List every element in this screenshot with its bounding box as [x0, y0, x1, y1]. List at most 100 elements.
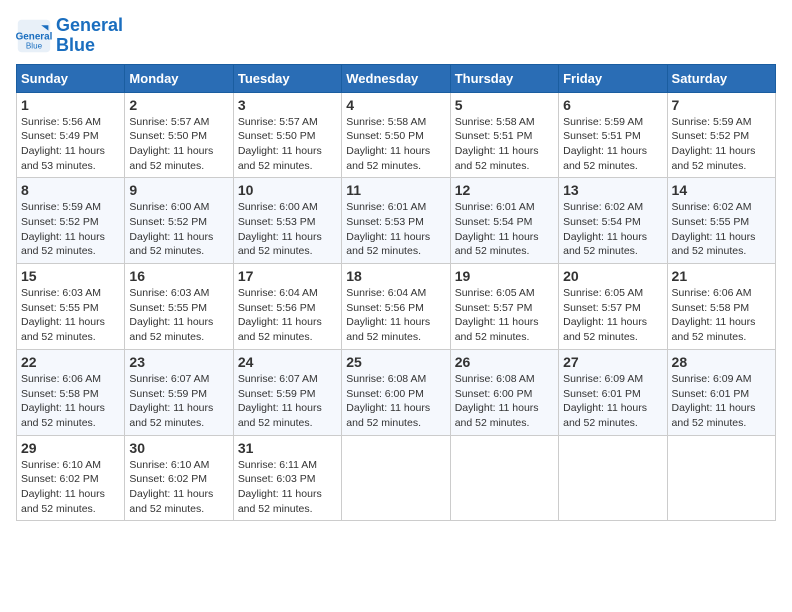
day-number: 24 — [238, 354, 337, 370]
calendar-day-cell: 18 Sunrise: 6:04 AM Sunset: 5:56 PM Dayl… — [342, 264, 450, 350]
day-header: Wednesday — [342, 64, 450, 92]
day-info: Sunrise: 5:59 AM Sunset: 5:52 PM Dayligh… — [672, 115, 771, 174]
logo-icon: General Blue — [16, 18, 52, 54]
day-info: Sunrise: 6:03 AM Sunset: 5:55 PM Dayligh… — [129, 286, 228, 345]
day-number: 22 — [21, 354, 120, 370]
calendar-day-cell: 4 Sunrise: 5:58 AM Sunset: 5:50 PM Dayli… — [342, 92, 450, 178]
day-number: 20 — [563, 268, 662, 284]
calendar-day-cell: 14 Sunrise: 6:02 AM Sunset: 5:55 PM Dayl… — [667, 178, 775, 264]
day-info: Sunrise: 5:58 AM Sunset: 5:51 PM Dayligh… — [455, 115, 554, 174]
calendar-day-cell: 12 Sunrise: 6:01 AM Sunset: 5:54 PM Dayl… — [450, 178, 558, 264]
day-info: Sunrise: 6:08 AM Sunset: 6:00 PM Dayligh… — [455, 372, 554, 431]
day-info: Sunrise: 6:06 AM Sunset: 5:58 PM Dayligh… — [672, 286, 771, 345]
logo-text: GeneralBlue — [56, 16, 123, 56]
calendar-day-cell: 24 Sunrise: 6:07 AM Sunset: 5:59 PM Dayl… — [233, 349, 341, 435]
day-header: Saturday — [667, 64, 775, 92]
day-info: Sunrise: 6:07 AM Sunset: 5:59 PM Dayligh… — [238, 372, 337, 431]
day-number: 11 — [346, 182, 445, 198]
day-number: 28 — [672, 354, 771, 370]
svg-text:Blue: Blue — [26, 41, 43, 50]
day-info: Sunrise: 6:09 AM Sunset: 6:01 PM Dayligh… — [563, 372, 662, 431]
logo: General Blue GeneralBlue — [16, 16, 123, 56]
day-info: Sunrise: 6:01 AM Sunset: 5:54 PM Dayligh… — [455, 200, 554, 259]
day-number: 23 — [129, 354, 228, 370]
calendar-day-cell — [667, 435, 775, 521]
day-number: 6 — [563, 97, 662, 113]
day-number: 9 — [129, 182, 228, 198]
calendar-table: SundayMondayTuesdayWednesdayThursdayFrid… — [16, 64, 776, 522]
day-info: Sunrise: 6:00 AM Sunset: 5:52 PM Dayligh… — [129, 200, 228, 259]
page-header: General Blue GeneralBlue — [16, 16, 776, 56]
day-number: 27 — [563, 354, 662, 370]
calendar-day-cell: 29 Sunrise: 6:10 AM Sunset: 6:02 PM Dayl… — [17, 435, 125, 521]
calendar-day-cell: 7 Sunrise: 5:59 AM Sunset: 5:52 PM Dayli… — [667, 92, 775, 178]
calendar-day-cell: 28 Sunrise: 6:09 AM Sunset: 6:01 PM Dayl… — [667, 349, 775, 435]
calendar-body: 1 Sunrise: 5:56 AM Sunset: 5:49 PM Dayli… — [17, 92, 776, 521]
calendar-day-cell: 21 Sunrise: 6:06 AM Sunset: 5:58 PM Dayl… — [667, 264, 775, 350]
day-number: 13 — [563, 182, 662, 198]
day-number: 30 — [129, 440, 228, 456]
day-number: 7 — [672, 97, 771, 113]
calendar-day-cell: 11 Sunrise: 6:01 AM Sunset: 5:53 PM Dayl… — [342, 178, 450, 264]
day-info: Sunrise: 6:04 AM Sunset: 5:56 PM Dayligh… — [346, 286, 445, 345]
calendar-day-cell: 23 Sunrise: 6:07 AM Sunset: 5:59 PM Dayl… — [125, 349, 233, 435]
day-number: 26 — [455, 354, 554, 370]
day-info: Sunrise: 6:05 AM Sunset: 5:57 PM Dayligh… — [455, 286, 554, 345]
calendar-day-cell: 31 Sunrise: 6:11 AM Sunset: 6:03 PM Dayl… — [233, 435, 341, 521]
calendar-day-cell: 5 Sunrise: 5:58 AM Sunset: 5:51 PM Dayli… — [450, 92, 558, 178]
calendar-header-row: SundayMondayTuesdayWednesdayThursdayFrid… — [17, 64, 776, 92]
calendar-day-cell: 8 Sunrise: 5:59 AM Sunset: 5:52 PM Dayli… — [17, 178, 125, 264]
day-info: Sunrise: 5:58 AM Sunset: 5:50 PM Dayligh… — [346, 115, 445, 174]
day-number: 21 — [672, 268, 771, 284]
day-info: Sunrise: 5:57 AM Sunset: 5:50 PM Dayligh… — [238, 115, 337, 174]
day-info: Sunrise: 6:06 AM Sunset: 5:58 PM Dayligh… — [21, 372, 120, 431]
day-number: 4 — [346, 97, 445, 113]
calendar-day-cell: 19 Sunrise: 6:05 AM Sunset: 5:57 PM Dayl… — [450, 264, 558, 350]
day-info: Sunrise: 6:02 AM Sunset: 5:55 PM Dayligh… — [672, 200, 771, 259]
calendar-week-row: 15 Sunrise: 6:03 AM Sunset: 5:55 PM Dayl… — [17, 264, 776, 350]
calendar-day-cell: 10 Sunrise: 6:00 AM Sunset: 5:53 PM Dayl… — [233, 178, 341, 264]
day-info: Sunrise: 6:02 AM Sunset: 5:54 PM Dayligh… — [563, 200, 662, 259]
calendar-day-cell: 3 Sunrise: 5:57 AM Sunset: 5:50 PM Dayli… — [233, 92, 341, 178]
calendar-week-row: 29 Sunrise: 6:10 AM Sunset: 6:02 PM Dayl… — [17, 435, 776, 521]
calendar-day-cell: 1 Sunrise: 5:56 AM Sunset: 5:49 PM Dayli… — [17, 92, 125, 178]
calendar-day-cell: 27 Sunrise: 6:09 AM Sunset: 6:01 PM Dayl… — [559, 349, 667, 435]
day-header: Thursday — [450, 64, 558, 92]
day-info: Sunrise: 5:59 AM Sunset: 5:51 PM Dayligh… — [563, 115, 662, 174]
calendar-day-cell: 17 Sunrise: 6:04 AM Sunset: 5:56 PM Dayl… — [233, 264, 341, 350]
day-info: Sunrise: 6:10 AM Sunset: 6:02 PM Dayligh… — [129, 458, 228, 517]
calendar-day-cell: 20 Sunrise: 6:05 AM Sunset: 5:57 PM Dayl… — [559, 264, 667, 350]
day-number: 25 — [346, 354, 445, 370]
day-number: 31 — [238, 440, 337, 456]
calendar-day-cell: 25 Sunrise: 6:08 AM Sunset: 6:00 PM Dayl… — [342, 349, 450, 435]
day-header: Monday — [125, 64, 233, 92]
day-number: 17 — [238, 268, 337, 284]
calendar-day-cell — [342, 435, 450, 521]
day-number: 16 — [129, 268, 228, 284]
day-number: 5 — [455, 97, 554, 113]
day-number: 15 — [21, 268, 120, 284]
day-number: 29 — [21, 440, 120, 456]
calendar-day-cell: 26 Sunrise: 6:08 AM Sunset: 6:00 PM Dayl… — [450, 349, 558, 435]
day-info: Sunrise: 6:10 AM Sunset: 6:02 PM Dayligh… — [21, 458, 120, 517]
calendar-day-cell: 16 Sunrise: 6:03 AM Sunset: 5:55 PM Dayl… — [125, 264, 233, 350]
calendar-week-row: 8 Sunrise: 5:59 AM Sunset: 5:52 PM Dayli… — [17, 178, 776, 264]
day-info: Sunrise: 6:07 AM Sunset: 5:59 PM Dayligh… — [129, 372, 228, 431]
day-number: 2 — [129, 97, 228, 113]
day-number: 14 — [672, 182, 771, 198]
calendar-week-row: 1 Sunrise: 5:56 AM Sunset: 5:49 PM Dayli… — [17, 92, 776, 178]
calendar-day-cell — [559, 435, 667, 521]
day-number: 1 — [21, 97, 120, 113]
calendar-day-cell — [450, 435, 558, 521]
day-info: Sunrise: 5:57 AM Sunset: 5:50 PM Dayligh… — [129, 115, 228, 174]
day-info: Sunrise: 6:01 AM Sunset: 5:53 PM Dayligh… — [346, 200, 445, 259]
day-number: 8 — [21, 182, 120, 198]
day-header: Tuesday — [233, 64, 341, 92]
calendar-day-cell: 6 Sunrise: 5:59 AM Sunset: 5:51 PM Dayli… — [559, 92, 667, 178]
day-info: Sunrise: 6:08 AM Sunset: 6:00 PM Dayligh… — [346, 372, 445, 431]
day-number: 18 — [346, 268, 445, 284]
calendar-day-cell: 15 Sunrise: 6:03 AM Sunset: 5:55 PM Dayl… — [17, 264, 125, 350]
day-info: Sunrise: 6:04 AM Sunset: 5:56 PM Dayligh… — [238, 286, 337, 345]
day-info: Sunrise: 5:59 AM Sunset: 5:52 PM Dayligh… — [21, 200, 120, 259]
day-header: Sunday — [17, 64, 125, 92]
